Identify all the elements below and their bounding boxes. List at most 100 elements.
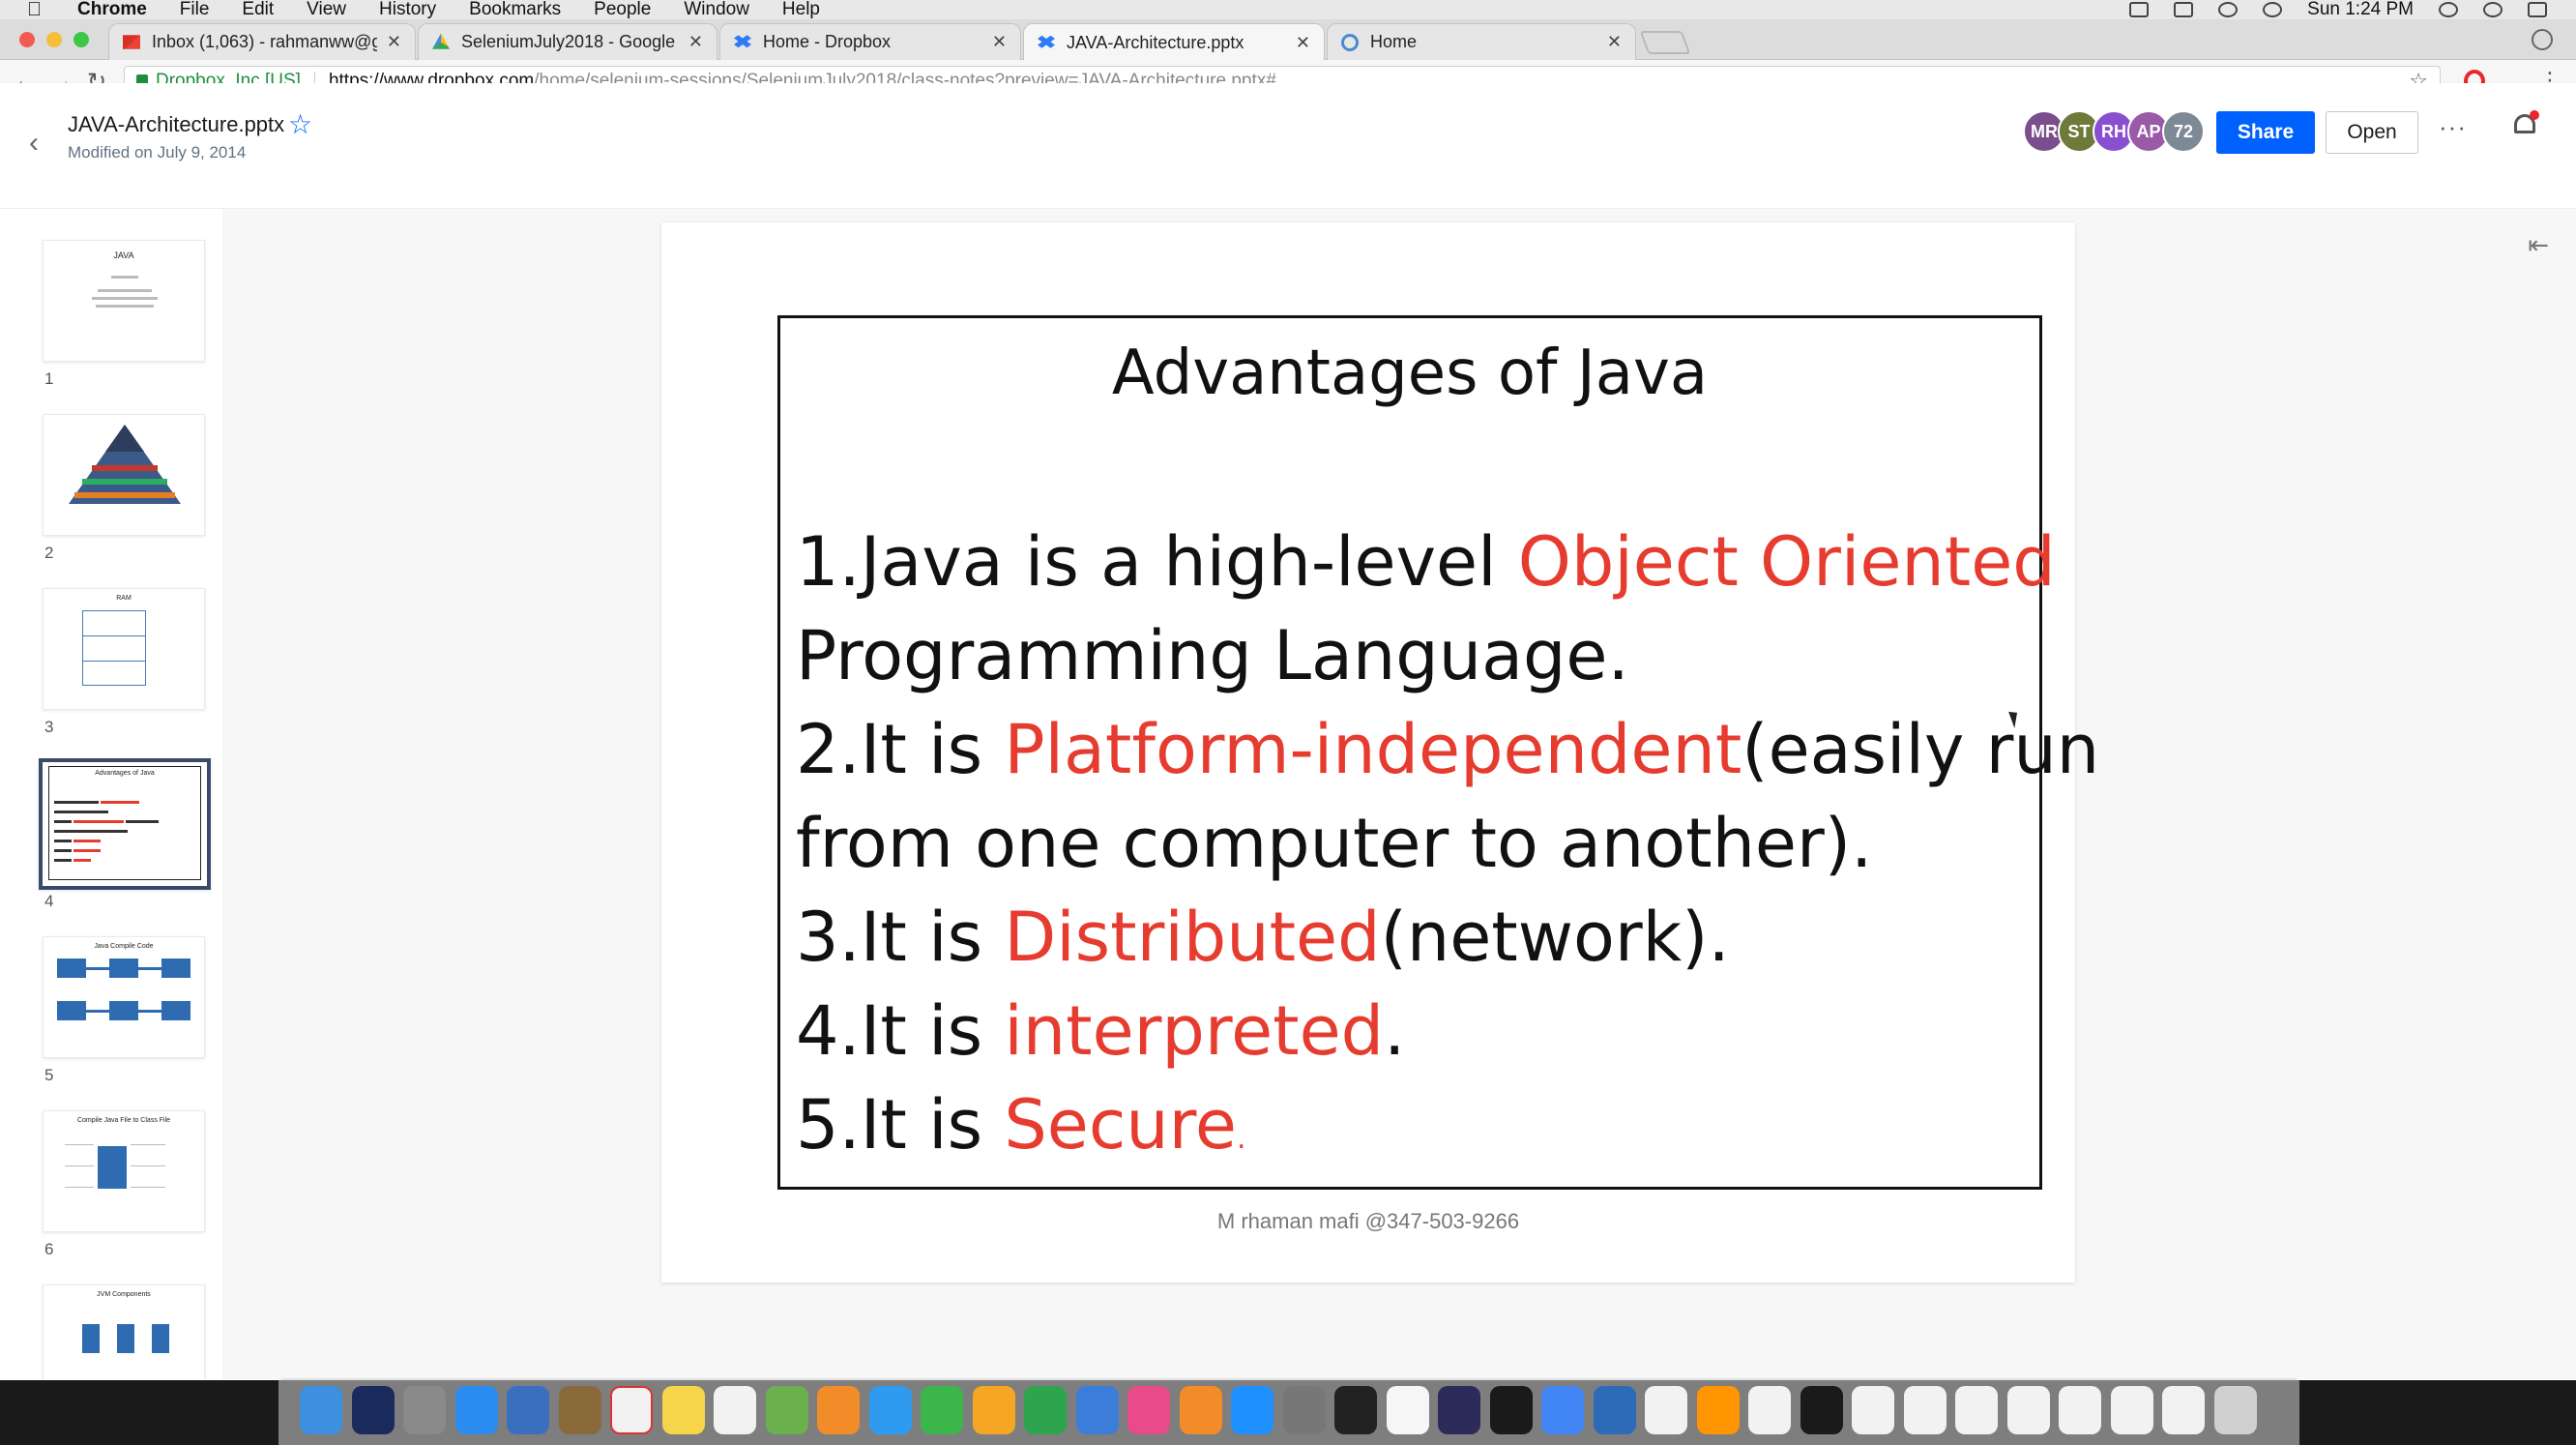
close-tab-icon[interactable]: ✕ (1296, 33, 1310, 53)
notification-center-icon[interactable] (2528, 2, 2547, 17)
profile-icon[interactable] (2532, 29, 2553, 50)
notifications-bell-icon[interactable] (2512, 110, 2539, 139)
screen-mirror-icon[interactable] (2129, 2, 2150, 17)
dock-document-icon[interactable] (1903, 1386, 1947, 1434)
dock-calendar-icon[interactable] (610, 1386, 653, 1434)
dock-safari-icon[interactable] (454, 1386, 498, 1434)
shared-members[interactable]: MR ST RH AP 72 (2023, 110, 2205, 153)
dock-launchpad-icon[interactable] (403, 1386, 446, 1434)
new-tab-button[interactable] (1639, 31, 1691, 54)
dock-notes-icon[interactable] (558, 1386, 601, 1434)
dock-app-store-icon[interactable] (1231, 1386, 1273, 1434)
dock-reminders-icon[interactable] (714, 1386, 756, 1434)
dock-preview-icon[interactable] (507, 1386, 549, 1434)
slide-line: 1.Java is a high-level Object Oriented (796, 516, 2056, 609)
dock-trash-icon[interactable] (2213, 1386, 2257, 1434)
dock-ibooks-icon[interactable] (1179, 1386, 1222, 1434)
tab-gmail[interactable]: Inbox (1,063) - rahmanww@gr ✕ (108, 23, 416, 60)
dock-siri-icon[interactable] (351, 1386, 395, 1434)
member-count-badge[interactable]: 72 (2162, 110, 2205, 153)
menu-history[interactable]: History (379, 0, 436, 20)
bluetooth-icon[interactable] (2218, 2, 2239, 17)
menu-edit[interactable]: Edit (242, 0, 274, 20)
dock-eclipse-icon[interactable] (1438, 1386, 1480, 1434)
slide-thumbnail-4[interactable]: Advantages of Java (39, 758, 211, 890)
dock-keynote-icon[interactable] (1075, 1386, 1119, 1434)
menu-help[interactable]: Help (782, 0, 820, 20)
dock-window-2-icon[interactable] (2006, 1386, 2050, 1434)
dock-activity-monitor-icon[interactable] (1800, 1386, 1843, 1434)
close-tab-icon[interactable]: ✕ (688, 32, 703, 52)
dock-facetime-icon[interactable] (921, 1386, 963, 1434)
dock-chrome-icon[interactable] (1541, 1386, 1584, 1434)
tab-dropbox-home[interactable]: Home - Dropbox ✕ (719, 23, 1021, 60)
slide-text: (easily run (1742, 710, 2100, 789)
share-button[interactable]: Share (2216, 111, 2315, 154)
menu-window[interactable]: Window (684, 0, 749, 20)
tab-google-drive[interactable]: SeleniumJuly2018 - Google Dr ✕ (418, 23, 717, 60)
dock-stickies-icon[interactable] (661, 1386, 705, 1434)
slide-number: 6 (44, 1240, 54, 1258)
dock-messages-icon[interactable] (868, 1386, 912, 1434)
thumbnail-line (131, 1144, 165, 1145)
zoom-window-button[interactable] (73, 32, 89, 47)
slide-viewer[interactable]: ⇤ Advantages of Java 1.Java is a high-le… (222, 209, 2576, 1379)
dock-system-preferences-icon[interactable] (1282, 1386, 1326, 1434)
dock-window-4-icon[interactable] (2110, 1386, 2153, 1434)
dock-finder-icon[interactable] (300, 1386, 342, 1434)
apple-menu-icon[interactable]:  (27, 0, 48, 21)
minimize-window-button[interactable] (46, 32, 62, 47)
menubar-clock[interactable]: Sun 1:24 PM (2307, 0, 2414, 20)
slide-highlight: interpreted (1004, 991, 1385, 1071)
menu-view[interactable]: View (307, 0, 346, 20)
open-button[interactable]: Open (2326, 111, 2418, 154)
slide-line: 3.It is Distributed(network). (796, 891, 2043, 985)
menu-file[interactable]: File (180, 0, 210, 20)
dock-sublime-icon[interactable] (1696, 1386, 1740, 1434)
back-chevron-icon[interactable]: ‹ (29, 127, 39, 160)
slide-thumbnail-7[interactable]: JVM Components (43, 1284, 205, 1379)
thumbnail-line (54, 811, 108, 813)
close-tab-icon[interactable]: ✕ (992, 32, 1007, 52)
dock-window-3-icon[interactable] (2059, 1386, 2101, 1434)
slide-thumbnail-sidebar[interactable]: JAVA 1 2 RAM 3 Advantages of Java 4 Java… (0, 209, 222, 1379)
menu-people[interactable]: People (594, 0, 651, 20)
slide-thumbnail-5[interactable]: Java Compile Code (43, 936, 205, 1058)
slide-thumbnail-2[interactable] (43, 414, 205, 536)
dock-textedit-icon[interactable] (1386, 1386, 1429, 1434)
close-window-button[interactable] (19, 32, 35, 47)
slide-thumbnail-3[interactable]: RAM (43, 588, 205, 710)
user-icon[interactable] (2483, 2, 2503, 17)
tab-home[interactable]: Home ✕ (1327, 23, 1636, 60)
dock-window-icon[interactable] (1955, 1386, 1998, 1434)
menu-app[interactable]: Chrome (77, 0, 147, 20)
dock-window-5-icon[interactable] (2162, 1386, 2205, 1434)
dock-maps-icon[interactable] (765, 1386, 808, 1434)
dock-bbedit-icon[interactable] (1489, 1386, 1533, 1434)
dock-file-icon[interactable] (1852, 1386, 1894, 1434)
dock-remote-desktop-icon[interactable] (1593, 1386, 1636, 1434)
slide-thumbnail-1[interactable]: JAVA (43, 240, 205, 362)
collapse-panel-icon[interactable]: ⇤ (2528, 230, 2549, 260)
close-tab-icon[interactable]: ✕ (1607, 32, 1622, 52)
wifi-icon[interactable] (2263, 2, 2283, 17)
spotlight-icon[interactable] (2439, 2, 2458, 17)
thumbnail-line (92, 297, 158, 300)
airplay-icon[interactable] (2174, 2, 2194, 17)
thumbnail-line (54, 849, 72, 852)
dock-photos-icon[interactable] (817, 1386, 860, 1434)
dock-itunes-icon[interactable] (1127, 1386, 1170, 1434)
close-tab-icon[interactable]: ✕ (387, 32, 401, 52)
dock-pages-icon[interactable] (972, 1386, 1015, 1434)
slide-page: Advantages of Java 1.Java is a high-leve… (661, 222, 2099, 1283)
diagram-box (98, 1146, 127, 1189)
dock-settings-2-icon[interactable] (1748, 1386, 1791, 1434)
slide-thumbnail-6[interactable]: Compile Java File to Class File (43, 1110, 205, 1232)
dock-numbers-icon[interactable] (1024, 1386, 1067, 1434)
dock-settings-icon[interactable] (1645, 1386, 1687, 1434)
favorite-star-icon[interactable]: ☆ (288, 108, 312, 140)
tab-java-architecture[interactable]: JAVA-Architecture.pptx ✕ (1023, 23, 1325, 61)
more-options-button[interactable]: ··· (2439, 112, 2467, 142)
menu-bookmarks[interactable]: Bookmarks (469, 0, 561, 20)
dock-terminal-icon[interactable] (1334, 1386, 1377, 1434)
